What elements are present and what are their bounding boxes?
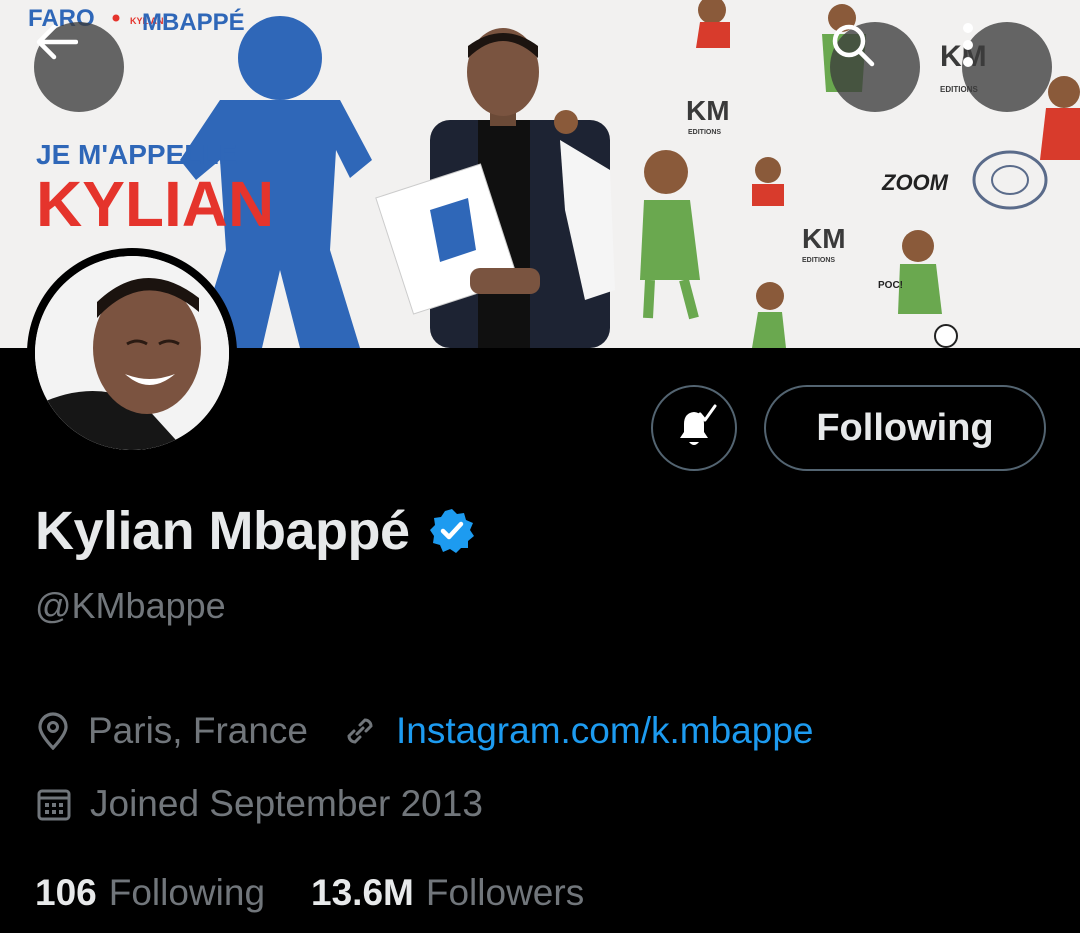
km-sub-1: EDITIONS: [688, 129, 721, 136]
following-label: Following: [108, 872, 266, 913]
search-button[interactable]: [830, 22, 920, 112]
back-button[interactable]: [34, 22, 124, 112]
banner-title-line2: KYLIAN: [36, 168, 274, 240]
calendar-icon: [37, 789, 71, 821]
profile-avatar[interactable]: [27, 248, 237, 458]
km-logo-2: KM: [802, 223, 846, 254]
display-name: Kylian Mbappé: [35, 501, 410, 561]
joined-item: Joined September 2013: [36, 783, 483, 825]
notifications-button[interactable]: [651, 385, 737, 471]
following-stat[interactable]: 106 Following: [35, 872, 265, 914]
more-options-button[interactable]: [962, 22, 1052, 112]
avatar-photo: [35, 256, 229, 450]
poc-text: POC!: [878, 280, 903, 291]
zoom-text: ZOOM: [881, 170, 949, 195]
location-text: Paris, France: [88, 710, 309, 751]
joined-text: Joined September 2013: [90, 783, 483, 824]
follow-stats: 106 Following 13.6M Followers: [35, 872, 584, 914]
following-button[interactable]: Following: [764, 385, 1046, 471]
followers-count: 13.6M: [311, 872, 414, 913]
website-link[interactable]: Instagram.com/k.mbappe: [396, 710, 813, 752]
link-icon: [347, 718, 373, 744]
search-icon: [832, 24, 875, 67]
verified-badge-icon[interactable]: [428, 507, 476, 555]
handle: @KMbappe: [35, 585, 226, 626]
location-item: Paris, France: [36, 710, 308, 752]
joined-row: Joined September 2013: [36, 783, 483, 825]
location-pin-icon: [38, 712, 68, 750]
brand-mbappe: MBAPPÉ: [142, 8, 245, 36]
followers-label: Followers: [425, 872, 585, 913]
website-item[interactable]: Instagram.com/k.mbappe: [342, 710, 813, 752]
more-vertical-icon: [963, 23, 973, 67]
km-logo-1: KM: [686, 95, 730, 126]
followers-stat[interactable]: 13.6M Followers: [311, 872, 584, 914]
avatar-portrait: [35, 256, 229, 450]
banner-title-line1: JE M'APPELLE: [36, 139, 237, 170]
following-count: 106: [35, 872, 97, 913]
profile-meta-row: Paris, France Instagram.com/k.mbappe: [36, 710, 813, 752]
km-sub-2: EDITIONS: [802, 257, 835, 264]
arrow-left-icon: [36, 24, 78, 60]
bell-check-icon: [680, 404, 717, 445]
name-row: Kylian Mbappé: [35, 500, 476, 562]
